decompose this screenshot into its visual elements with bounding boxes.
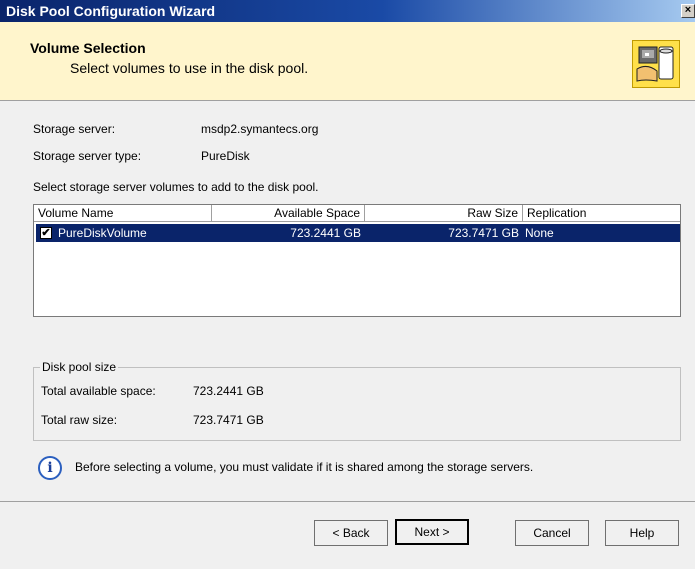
checkbox-icon[interactable]: ✔ (40, 227, 52, 239)
replication-cell: None (525, 226, 554, 240)
page-subtitle: Select volumes to use in the disk pool. (70, 60, 309, 76)
total-available-label: Total available space: (41, 384, 156, 398)
total-raw-label: Total raw size: (41, 413, 118, 427)
column-header-raw-size[interactable]: Raw Size (365, 205, 523, 222)
close-icon[interactable]: × (681, 4, 695, 18)
volume-instruction: Select storage server volumes to add to … (33, 180, 319, 194)
window-title: Disk Pool Configuration Wizard (6, 3, 216, 19)
wizard-footer: < Back Next > Cancel Help (0, 502, 695, 569)
disk-pool-wizard-icon (632, 40, 680, 88)
wizard-body: Storage server: msdp2.symantecs.org Stor… (0, 101, 695, 501)
available-space-cell: 723.2441 GB (290, 226, 361, 240)
back-button[interactable]: < Back (314, 520, 388, 546)
cancel-button[interactable]: Cancel (515, 520, 589, 546)
storage-server-value: msdp2.symantecs.org (201, 122, 319, 136)
storage-server-label: Storage server: (33, 122, 116, 136)
raw-size-cell: 723.7471 GB (448, 226, 519, 240)
wizard-header: Volume Selection Select volumes to use i… (0, 22, 695, 101)
storage-server-type-label: Storage server type: (33, 149, 142, 163)
next-button[interactable]: Next > (395, 519, 469, 545)
info-message: Before selecting a volume, you must vali… (75, 460, 534, 474)
volume-list-header: Volume Name Available Space Raw Size Rep… (34, 205, 680, 222)
disk-pool-size-group: Disk pool size Total available space: 72… (33, 360, 681, 441)
volume-list[interactable]: Volume Name Available Space Raw Size Rep… (33, 204, 681, 317)
column-header-replication[interactable]: Replication (523, 205, 680, 222)
table-row[interactable]: ✔ PureDiskVolume 723.2441 GB 723.7471 GB… (36, 224, 680, 242)
column-header-volume-name[interactable]: Volume Name (34, 205, 212, 222)
help-button[interactable]: Help (605, 520, 679, 546)
total-raw-value: 723.7471 GB (193, 413, 264, 427)
window-titlebar: Disk Pool Configuration Wizard × (0, 0, 695, 22)
volume-name-cell: PureDiskVolume (58, 226, 147, 240)
total-available-value: 723.2441 GB (193, 384, 264, 398)
column-header-available-space[interactable]: Available Space (212, 205, 365, 222)
storage-server-type-value: PureDisk (201, 149, 250, 163)
disk-pool-size-legend: Disk pool size (40, 360, 119, 374)
page-title: Volume Selection (30, 40, 146, 56)
info-icon: i (38, 456, 62, 480)
